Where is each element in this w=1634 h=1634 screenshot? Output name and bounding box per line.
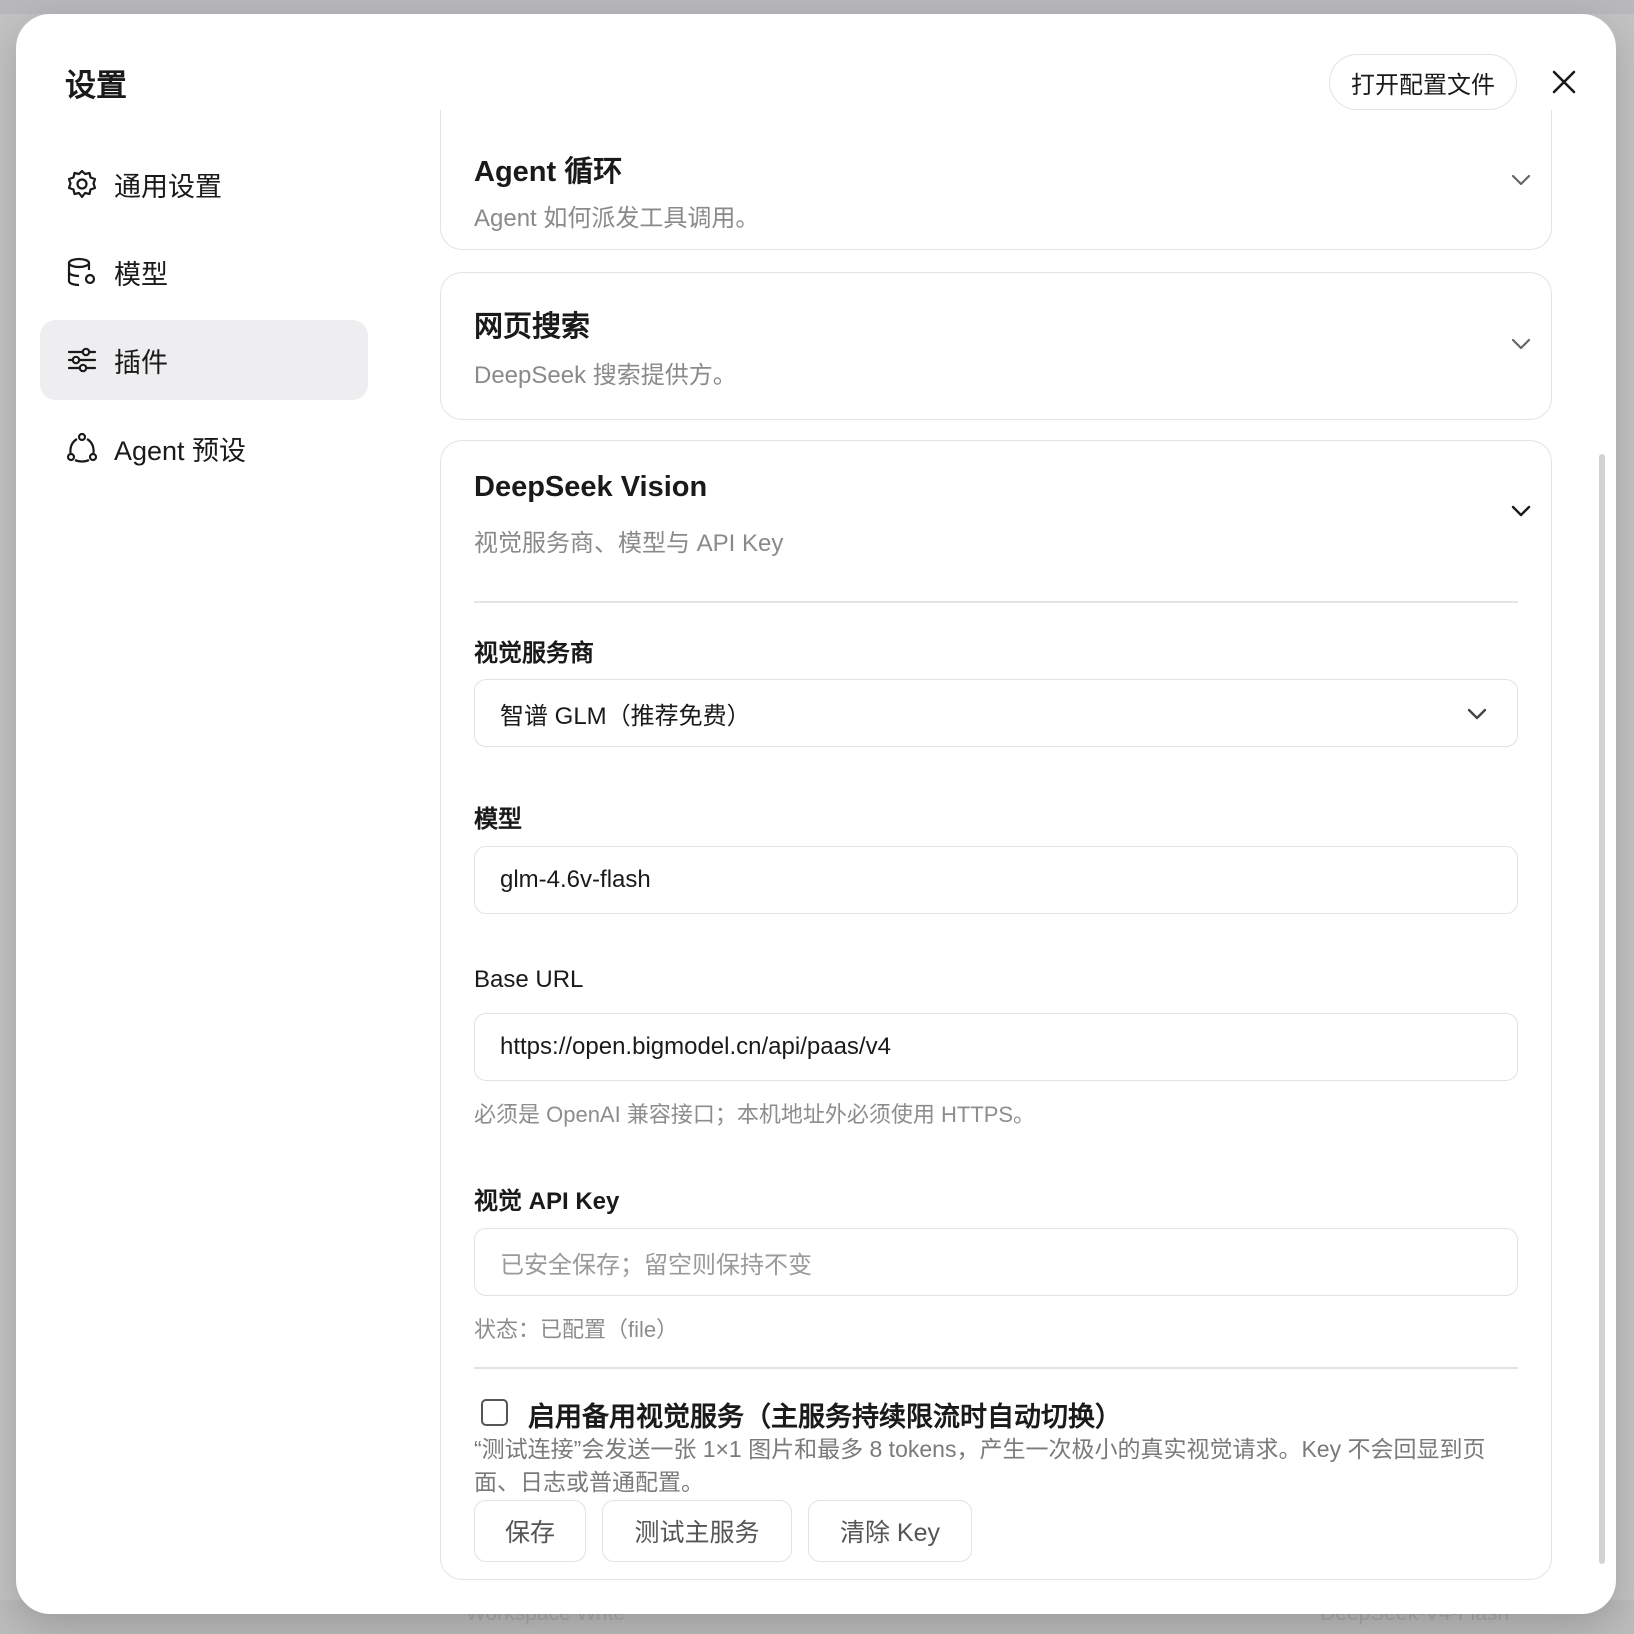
fallback-label[interactable]: 启用备用视觉服务（主服务持续限流时自动切换） (528, 1395, 1122, 1434)
chevron-down-icon[interactable] (1507, 166, 1535, 194)
card-subtitle: Agent 如何派发工具调用。 (474, 205, 760, 232)
background-top-strip (0, 0, 1634, 14)
sidebar-item-label: 通用设置 (114, 171, 222, 202)
card-title: 网页搜索 (474, 311, 591, 343)
card-title: Agent 循环 (474, 156, 623, 188)
api-key-input[interactable]: 已安全保存；留空则保持不变 (474, 1228, 1518, 1296)
divider (474, 1367, 1518, 1369)
test-primary-button[interactable]: 测试主服务 (602, 1500, 792, 1562)
dialog-title: 设置 (65, 68, 127, 103)
base-url-label: Base URL (474, 966, 584, 993)
model-label: 模型 (474, 806, 522, 833)
sidebar-item-label: 模型 (114, 259, 168, 290)
vision-card: DeepSeek Vision 视觉服务商、模型与 API Key 视觉服务商 … (440, 440, 1552, 1580)
chevron-down-icon[interactable] (1507, 330, 1535, 358)
sidebar-item-general[interactable]: 通用设置 (40, 144, 368, 224)
sidebar-item-label: 插件 (114, 347, 168, 378)
save-button[interactable]: 保存 (474, 1500, 586, 1562)
agent-loop-card[interactable]: Agent 循环 Agent 如何派发工具调用。 (440, 110, 1552, 250)
test-connection-note: “测试连接”会发送一张 1×1 图片和最多 8 tokens，产生一次极小的真实… (474, 1436, 1486, 1495)
fallback-checkbox[interactable] (481, 1399, 508, 1426)
sidebar-item-plugins[interactable]: 插件 (40, 320, 368, 400)
content-scrollbar[interactable] (1599, 454, 1605, 1564)
sliders-icon (64, 342, 100, 378)
base-url-input[interactable]: https://open.bigmodel.cn/api/paas/v4 (474, 1013, 1518, 1081)
api-key-label: 视觉 API Key (474, 1188, 620, 1215)
provider-value: 智谱 GLM（推荐免费） (500, 702, 751, 730)
sidebar-item-models[interactable]: 模型 (40, 232, 368, 312)
model-input[interactable]: glm-4.6v-flash (474, 846, 1518, 914)
clear-key-button[interactable]: 清除 Key (808, 1500, 972, 1562)
divider (474, 601, 1518, 603)
cycle-icon (64, 430, 100, 466)
card-subtitle: DeepSeek 搜索提供方。 (474, 362, 737, 389)
web-search-card[interactable]: 网页搜索 DeepSeek 搜索提供方。 (440, 272, 1552, 420)
chevron-down-icon (1467, 708, 1487, 720)
api-key-status: 状态：已配置（file） (474, 1317, 679, 1342)
settings-content: Agent 循环 Agent 如何派发工具调用。 网页搜索 DeepSeek 搜… (440, 14, 1568, 1614)
provider-label: 视觉服务商 (474, 640, 594, 667)
base-url-hint: 必须是 OpenAI 兼容接口；本机地址外必须使用 HTTPS。 (474, 1102, 1036, 1127)
provider-select[interactable]: 智谱 GLM（推荐免费） (474, 679, 1518, 747)
card-title: DeepSeek Vision (474, 471, 708, 503)
chevron-down-icon[interactable] (1507, 497, 1535, 525)
settings-sidebar: 通用设置 模型 插件 Agent 预设 (40, 144, 368, 496)
settings-dialog: 设置 打开配置文件 通用设置 模型 插件 Agent 预设 Agent 循环 A… (16, 14, 1616, 1614)
sidebar-item-label: Agent 预设 (114, 435, 247, 466)
gear-icon (64, 166, 100, 202)
card-subtitle: 视觉服务商、模型与 API Key (474, 530, 784, 557)
database-gear-icon (64, 254, 100, 290)
sidebar-item-agent-presets[interactable]: Agent 预设 (40, 408, 368, 488)
